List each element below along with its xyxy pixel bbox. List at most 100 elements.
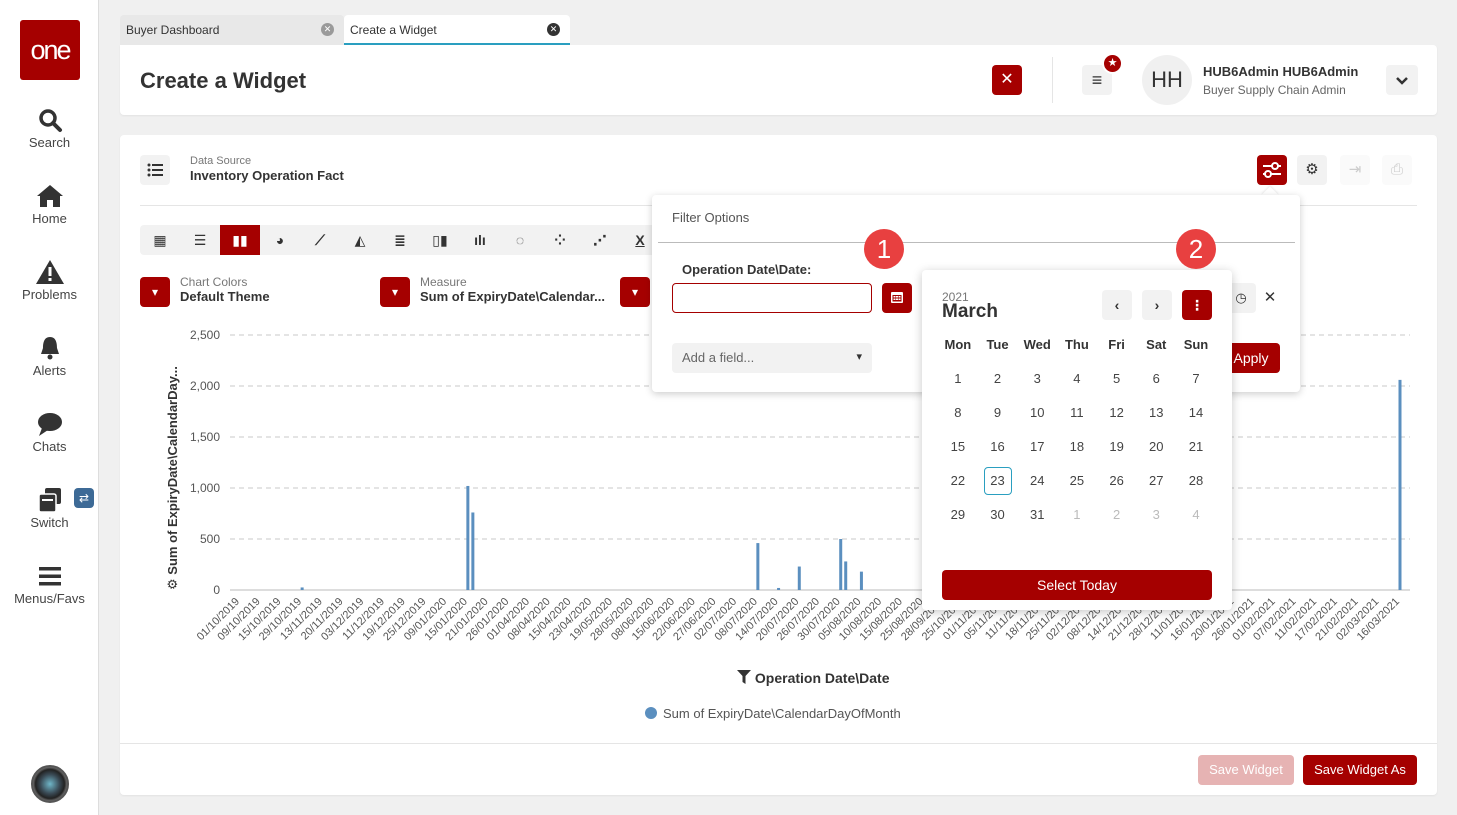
switch-badge-icon[interactable]: ⇄ — [74, 488, 94, 508]
user-menu-dropdown[interactable] — [1386, 65, 1418, 95]
calendar-day[interactable]: 25 — [1057, 468, 1097, 502]
calendar-month[interactable]: March — [942, 301, 998, 323]
calendar-day[interactable]: 1 — [1057, 502, 1097, 536]
calendar-day[interactable]: 26 — [1097, 468, 1137, 502]
close-button[interactable]: ✕ — [992, 65, 1022, 95]
dimension-dropdown[interactable]: ▾ — [620, 277, 650, 307]
measure-dropdown[interactable]: ▾ — [380, 277, 410, 307]
calendar-day[interactable]: 5 — [1097, 366, 1137, 400]
chart-type-combo-icon[interactable]: ılı — [460, 225, 500, 255]
sidebar-item-chats[interactable]: Chats — [0, 411, 99, 454]
calendar-day[interactable]: 7 — [1176, 366, 1216, 400]
select-today-button[interactable]: Select Today — [942, 570, 1212, 600]
x-axis-label[interactable]: Operation Date\Date — [737, 670, 889, 686]
day-number: 29 — [950, 507, 966, 522]
sidebar-label: Problems — [22, 287, 77, 302]
export-button[interactable]: ⇥ — [1340, 155, 1370, 185]
save-widget-button[interactable]: Save Widget — [1198, 755, 1294, 785]
calendar-day[interactable]: 14 — [1176, 400, 1216, 434]
chart-colors-dropdown[interactable]: ▾ — [140, 277, 170, 307]
chart-type-line-icon[interactable]: ⟋ — [300, 225, 340, 255]
sidebar-item-home[interactable]: Home — [0, 183, 99, 226]
calendar-day[interactable]: 29 — [938, 502, 978, 536]
close-tab-icon[interactable]: ✕ — [321, 23, 334, 36]
date-input[interactable] — [672, 283, 872, 313]
data-source-button[interactable] — [140, 155, 170, 185]
user-role: Buyer Supply Chain Admin — [1203, 83, 1346, 97]
filter-options-button[interactable] — [1257, 155, 1287, 185]
clear-filter-button[interactable]: ✕ — [1260, 283, 1280, 313]
chart-type-stacked-horizontal-icon[interactable]: ≣ — [380, 225, 420, 255]
chat-icon — [37, 413, 62, 436]
chart-type-scatter-icon[interactable]: ⁘ — [540, 225, 580, 255]
calendar-day[interactable]: 4 — [1176, 502, 1216, 536]
save-widget-as-button[interactable]: Save Widget As — [1303, 755, 1417, 785]
calendar-day[interactable]: 3 — [1017, 366, 1057, 400]
app-logo[interactable]: one — [20, 20, 80, 80]
chart-type-bar-horizontal-icon[interactable]: ☰ — [180, 225, 220, 255]
chart-type-table-icon[interactable]: ▦ — [140, 225, 180, 255]
gear-icon[interactable]: ⚙ — [165, 575, 180, 590]
calendar-day[interactable]: 2 — [978, 366, 1018, 400]
more-options-button[interactable]: ⋮ — [1182, 290, 1212, 320]
sidebar-label: Alerts — [32, 363, 67, 378]
calendar-day[interactable]: 2 — [1097, 502, 1137, 536]
calendar-day[interactable]: 27 — [1136, 468, 1176, 502]
calendar-day[interactable]: 28 — [1176, 468, 1216, 502]
chart-type-bubble-icon[interactable]: ◌ — [500, 225, 540, 255]
add-field-select[interactable]: Add a field... ▾ — [672, 343, 872, 373]
chart-type-bar-vertical-icon[interactable]: ▮▮ — [220, 225, 260, 255]
next-month-button[interactable]: › — [1142, 290, 1172, 320]
date-picker: 2021 March ‹ › ⋮ Mon Tue Wed Thu Fri Sat… — [922, 270, 1232, 610]
calendar-day[interactable]: 9 — [978, 400, 1018, 434]
calendar-day[interactable]: 8 — [938, 400, 978, 434]
assistant-avatar[interactable] — [31, 765, 69, 803]
sidebar-item-problems[interactable]: Problems — [0, 259, 99, 302]
day-number: 15 — [950, 439, 966, 454]
calendar-day[interactable]: 21 — [1176, 434, 1216, 468]
previous-month-button[interactable]: ‹ — [1102, 290, 1132, 320]
calendar-day[interactable]: 1 — [938, 366, 978, 400]
calendar-button[interactable] — [882, 283, 912, 313]
sidebar-item-menus-favs[interactable]: Menus/Favs — [0, 563, 99, 606]
close-tab-icon[interactable]: ✕ — [547, 23, 560, 36]
calendar-day[interactable]: 17 — [1017, 434, 1057, 468]
chart-type-stacked-vertical-icon[interactable]: ▯▮ — [420, 225, 460, 255]
calendar-day[interactable]: 22 — [938, 468, 978, 502]
sidebar-item-search[interactable]: Search — [0, 107, 99, 150]
calendar-day[interactable]: 3 — [1136, 502, 1176, 536]
calendar-day[interactable]: 12 — [1097, 400, 1137, 434]
tab-buyer-dashboard[interactable]: Buyer Dashboard ✕ — [120, 15, 344, 45]
calendar-day[interactable]: 30 — [978, 502, 1018, 536]
calendar-day[interactable]: 4 — [1057, 366, 1097, 400]
calendar-day[interactable]: 6 — [1136, 366, 1176, 400]
calendar-day[interactable]: 31 — [1017, 502, 1057, 536]
chart-legend[interactable]: Sum of ExpiryDate\CalendarDayOfMonth — [645, 706, 901, 721]
calendar-day[interactable]: 16 — [978, 434, 1018, 468]
y-tick-label: 0 — [213, 583, 220, 597]
gear-icon: ⚙ — [1305, 161, 1319, 178]
tab-label: Create a Widget — [350, 23, 437, 37]
calendar-day[interactable]: 10 — [1017, 400, 1057, 434]
chart-type-pie-icon[interactable]: ◕ — [260, 225, 300, 255]
calendar-day[interactable]: 11 — [1057, 400, 1097, 434]
tab-create-a-widget[interactable]: Create a Widget ✕ — [344, 15, 570, 45]
star-icon: ★ — [1102, 53, 1123, 74]
print-button[interactable]: ⎙ — [1382, 155, 1412, 185]
calendar-day[interactable]: 13 — [1136, 400, 1176, 434]
calendar-day[interactable]: 20 — [1136, 434, 1176, 468]
tab-label: Buyer Dashboard — [126, 23, 220, 37]
day-number: 12 — [1109, 405, 1124, 420]
avatar[interactable]: HH — [1142, 55, 1192, 105]
calendar-day[interactable]: 24 — [1017, 468, 1057, 502]
settings-button[interactable]: ⚙ — [1297, 155, 1327, 185]
day-number: 20 — [1149, 439, 1164, 454]
calendar-day[interactable]: 15 — [938, 434, 978, 468]
calendar-day[interactable]: 18 — [1057, 434, 1097, 468]
calendar-day[interactable]: 23 — [978, 467, 1018, 502]
sidebar-item-alerts[interactable]: Alerts — [0, 335, 99, 378]
chart-type-area-icon[interactable]: ◭ — [340, 225, 380, 255]
day-number: 21 — [1188, 439, 1204, 454]
chart-type-trend-icon[interactable]: ⋰ — [580, 225, 620, 255]
calendar-day[interactable]: 19 — [1097, 434, 1137, 468]
